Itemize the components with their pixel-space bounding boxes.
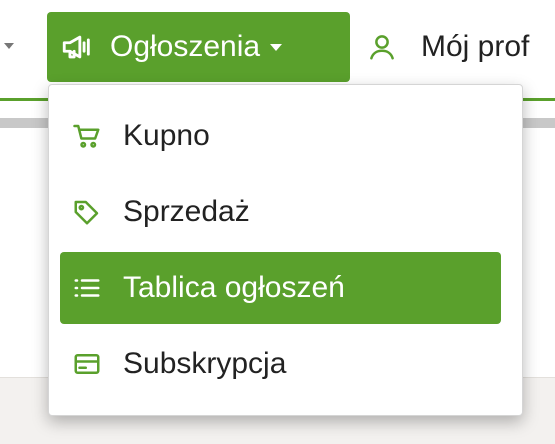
credit-card-icon [72,349,102,379]
menu-item-tablica-ogloszen[interactable]: Tablica ogłoszeń [60,252,501,324]
nav-item-label: Mój prof [421,30,530,63]
megaphone-icon [60,30,94,64]
list-icon [72,273,102,303]
shopping-cart-icon [72,121,102,151]
menu-item-label: Tablica ogłoszeń [123,271,345,304]
menu-item-label: Kupno [123,119,210,152]
dropdown-menu: Kupno Sprzedaż Tablica ogłoszeń Subskryp… [48,84,523,416]
menu-item-sprzedaz[interactable]: Sprzedaż [60,176,501,248]
menu-item-subskrypcja[interactable]: Subskrypcja [60,328,501,400]
user-icon [365,30,399,64]
nav-item-label: Ogłoszenia [110,30,261,63]
top-navigation: Ogłoszenia Mój prof [0,0,555,92]
chevron-down-icon[interactable] [4,43,14,49]
nav-item-profile[interactable]: Mój prof [365,12,529,82]
menu-item-label: Subskrypcja [123,347,287,380]
menu-item-kupno[interactable]: Kupno [60,100,501,172]
nav-item-ogloszenia[interactable]: Ogłoszenia [47,12,350,82]
tag-icon [72,197,102,227]
chevron-down-icon [270,43,283,51]
menu-item-label: Sprzedaż [123,195,250,228]
